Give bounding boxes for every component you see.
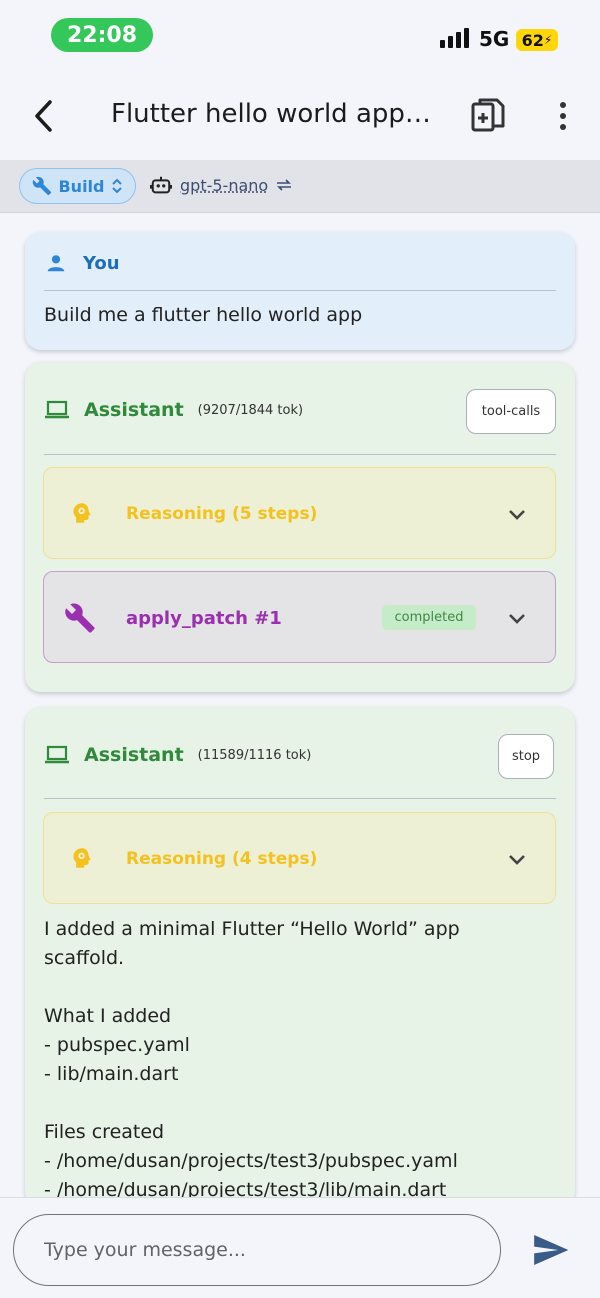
laptop-icon — [45, 745, 69, 764]
user-message-header: You — [45, 252, 120, 274]
status-time: 22:08 — [51, 18, 153, 52]
person-icon — [47, 255, 65, 272]
robot-icon — [150, 176, 172, 194]
app-bar: Flutter hello world app b... — [0, 72, 600, 160]
model-selector[interactable]: gpt-5-nano — [150, 174, 292, 196]
send-icon — [534, 1235, 569, 1265]
psychology-icon — [73, 848, 91, 868]
network-type: 5G — [479, 27, 510, 51]
assistant-message-text: I added a minimal Flutter “Hello World” … — [44, 918, 460, 1201]
message-composer — [0, 1197, 600, 1298]
more-options-button[interactable] — [552, 96, 574, 136]
tool-call-panel[interactable]: apply_patch #1 completed — [43, 571, 556, 663]
psychology-icon — [73, 503, 91, 523]
page-title: Flutter hello world app b... — [111, 99, 431, 129]
status-bar: 22:08 5G 62 ⚡ — [0, 0, 600, 72]
copy-button[interactable] — [470, 96, 506, 136]
token-count: (11589/1116 tok) — [197, 747, 312, 763]
user-message-text: Build me a flutter hello world app — [44, 304, 363, 326]
divider — [44, 290, 556, 291]
swap-icon — [277, 179, 292, 191]
chevron-down-icon — [509, 510, 525, 520]
reasoning-panel[interactable]: Reasoning (5 steps) — [43, 467, 556, 559]
mode-label: Build — [58, 176, 105, 196]
unfold-icon — [111, 178, 122, 194]
status-badge: completed — [382, 605, 476, 630]
wrench-icon — [65, 603, 95, 633]
send-button[interactable] — [530, 1230, 570, 1270]
signal-icon — [440, 28, 469, 48]
chevron-left-icon — [35, 100, 52, 132]
battery-icon: 62 ⚡ — [516, 29, 558, 51]
reasoning-label: Reasoning (5 steps) — [126, 504, 318, 524]
assistant-message-header: Assistant (11589/1116 tok) — [44, 744, 311, 766]
finish-reason-tag[interactable]: tool-calls — [466, 389, 556, 434]
message-input[interactable] — [13, 1214, 501, 1286]
reasoning-label: Reasoning (4 steps) — [126, 849, 318, 869]
laptop-icon — [45, 400, 69, 419]
more-vert-icon — [560, 102, 566, 130]
assistant-author-label: Assistant — [84, 399, 184, 421]
copy-add-icon — [471, 98, 505, 132]
reasoning-panel[interactable]: Reasoning (4 steps) — [43, 812, 556, 904]
assistant-message-card: Assistant (9207/1844 tok) tool-calls Rea… — [25, 362, 575, 692]
mode-selector-chip[interactable]: Build — [19, 168, 136, 204]
tool-name: apply_patch #1 — [126, 608, 282, 629]
token-count: (9207/1844 tok) — [197, 402, 304, 418]
divider — [44, 798, 556, 799]
user-author-label: You — [83, 252, 120, 274]
assistant-message-header: Assistant (9207/1844 tok) — [44, 399, 303, 421]
wrench-icon — [33, 176, 52, 196]
assistant-message-card: Assistant (11589/1116 tok) stop Reasonin… — [25, 707, 575, 1207]
chevron-down-icon — [509, 614, 525, 624]
battery-level: 62 — [521, 30, 544, 50]
back-button[interactable] — [28, 96, 60, 136]
divider — [44, 454, 556, 455]
finish-reason-tag[interactable]: stop — [498, 734, 554, 779]
chevron-down-icon — [509, 855, 525, 865]
user-message-card: You Build me a flutter hello world app — [25, 232, 575, 350]
mode-toolbar: Build gpt-5-nano — [0, 160, 600, 213]
model-name: gpt-5-nano — [180, 175, 269, 195]
assistant-author-label: Assistant — [84, 744, 184, 766]
